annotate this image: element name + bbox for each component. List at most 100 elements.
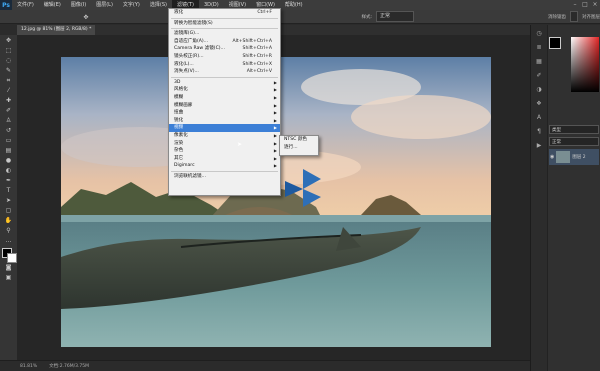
- zoom-level[interactable]: 81.81%: [20, 364, 37, 369]
- menu-item-pixelate[interactable]: 像素化 ▶: [169, 132, 280, 140]
- healing-icon[interactable]: ✚: [4, 96, 14, 105]
- antialias-label: 消除锯齿: [547, 14, 566, 20]
- watermark-logo-icon: [285, 169, 321, 207]
- menu-item-browse-filters[interactable]: 浏览联机滤镜...: [169, 173, 280, 181]
- blur-icon[interactable]: ●: [4, 156, 14, 165]
- submenu-arrow-icon: ▶: [273, 102, 277, 108]
- menu-layer[interactable]: 图层(L): [91, 0, 118, 10]
- screen-mode-icon[interactable]: ▣: [4, 273, 14, 282]
- crop-icon[interactable]: ⌗: [4, 76, 14, 85]
- menu-item-sharpen[interactable]: 锐化 ▶: [169, 117, 280, 125]
- color-swatches[interactable]: [1, 248, 17, 263]
- menu-item-liquify[interactable]: 液化(L)... Shift+Ctrl+X: [169, 61, 280, 69]
- move-icon[interactable]: ✥: [4, 36, 14, 45]
- color-picker-field[interactable]: [571, 37, 599, 92]
- menu-item-other[interactable]: 其它 ▶: [169, 155, 280, 163]
- history-icon[interactable]: ◷: [534, 29, 544, 39]
- menu-item-render[interactable]: 渲染 ▶: [169, 140, 280, 148]
- menu-item-blur[interactable]: 模糊 ▶: [169, 94, 280, 102]
- layer-kind-filter[interactable]: 类型: [549, 125, 599, 134]
- menu-bar: Ps 文件(F) 编辑(E) 图像(I) 图层(L) 文字(Y) 选择(S) 滤…: [0, 0, 600, 10]
- menu-item-filter-gallery[interactable]: 滤镜库(G)...: [169, 30, 280, 38]
- paragraph-icon[interactable]: ¶: [534, 127, 544, 137]
- photoshop-logo: Ps: [0, 0, 12, 10]
- minimize-icon[interactable]: –: [570, 0, 580, 10]
- character-icon[interactable]: A: [534, 113, 544, 123]
- align-layers-checkbox[interactable]: [569, 11, 578, 22]
- dodge-icon[interactable]: ◐: [4, 166, 14, 175]
- menu-type[interactable]: 文字(Y): [118, 0, 145, 10]
- blend-mode-select[interactable]: 正常: [549, 137, 599, 146]
- menu-item-camera-raw[interactable]: Camera Raw 滤镜(C)... Shift+Ctrl+A: [169, 45, 280, 53]
- quick-select-icon[interactable]: ✎: [4, 66, 14, 75]
- layer-row[interactable]: ◉ 图层 2: [549, 149, 599, 165]
- style-select[interactable]: 正常: [375, 11, 414, 22]
- foreground-color-swatch[interactable]: [549, 37, 561, 49]
- submenu-arrow-icon: ▶: [273, 117, 277, 123]
- hand-icon[interactable]: ✋: [4, 216, 14, 225]
- submenu-arrow-icon: ▶: [273, 94, 277, 100]
- menu-item-digimarc[interactable]: Digimarc ▶: [169, 162, 280, 170]
- quick-mask-icon[interactable]: ◙: [4, 263, 14, 272]
- align-layers-label: 对齐图层: [581, 14, 600, 20]
- shape-icon[interactable]: ▢: [4, 206, 14, 215]
- menu-item-distort[interactable]: 扭曲 ▶: [169, 109, 280, 117]
- submenu-item-deinterlace[interactable]: 逐行...: [280, 144, 318, 152]
- brush-preset-icon[interactable]: ✐: [534, 71, 544, 81]
- layer-thumbnail: [556, 151, 571, 163]
- menu-item-convert-smart[interactable]: 转换为智能滤镜(S): [169, 20, 280, 28]
- zoom-icon[interactable]: ⚲: [4, 226, 14, 235]
- move-tool-icon[interactable]: ✥: [81, 13, 91, 22]
- menu-item-last-filter[interactable]: 液化 Ctrl+F: [169, 9, 280, 17]
- stamp-icon[interactable]: ♙: [4, 116, 14, 125]
- close-icon[interactable]: ×: [590, 0, 600, 10]
- filter-menu: 液化 Ctrl+F 转换为智能滤镜(S) 滤镜库(G)... 自适应广角(A)..…: [168, 8, 281, 196]
- gradient-icon[interactable]: ▤: [4, 146, 14, 155]
- menu-item-lens-correction[interactable]: 镜头校正(R)... Shift+Ctrl+R: [169, 53, 280, 61]
- submenu-arrow-icon: ▶: [273, 132, 277, 138]
- menu-file[interactable]: 文件(F): [12, 0, 39, 10]
- marquee-icon[interactable]: ⬚: [4, 46, 14, 55]
- menu-item-stylize[interactable]: 风格化 ▶: [169, 86, 280, 94]
- maximize-icon[interactable]: □: [580, 0, 590, 10]
- lasso-icon[interactable]: ◌: [4, 56, 14, 65]
- submenu-arrow-icon: ▶: [273, 148, 277, 154]
- swatches-icon[interactable]: ▦: [534, 57, 544, 67]
- submenu-arrow-icon: ▶: [273, 125, 277, 131]
- tools-panel: ✥ ⬚ ◌ ✎ ⌗ ⁄ ✚ ✐ ♙ ↺ ▭ ▤ ● ◐ ✒ T ➤ ▢ ✋ ⚲ …: [0, 35, 18, 360]
- pen-icon[interactable]: ✒: [4, 176, 14, 185]
- brush-icon[interactable]: ✐: [4, 106, 14, 115]
- actions-icon[interactable]: ▶: [534, 141, 544, 151]
- document-tab[interactable]: 12.jpg @ 81% (图层 2, RGB/8) *: [17, 25, 96, 35]
- type-icon[interactable]: T: [4, 186, 14, 195]
- submenu-arrow-icon: ▶: [273, 79, 277, 85]
- menu-item-noise[interactable]: 杂色 ▶: [169, 147, 280, 155]
- menu-item-adaptive-wide[interactable]: 自适应广角(A)... Alt+Shift+Ctrl+A: [169, 38, 280, 46]
- eraser-icon[interactable]: ▭: [4, 136, 14, 145]
- properties-icon[interactable]: ≣: [534, 43, 544, 53]
- video-submenu: NTSC 颜色 逐行...: [279, 135, 319, 156]
- more-tools-icon[interactable]: …: [4, 236, 14, 245]
- panel-icon-column: ◷ ≣ ▦ ✐ ◑ ❖ A ¶ ▶: [531, 25, 548, 371]
- document-size: 文档:2.76M/3.75M: [49, 364, 90, 369]
- mouse-cursor-icon: ➤: [237, 141, 243, 148]
- menu-item-3d[interactable]: 3D ▶: [169, 79, 280, 87]
- menu-item-vanishing-point[interactable]: 消失点(V)... Alt+Ctrl+V: [169, 68, 280, 76]
- eyedropper-icon[interactable]: ⁄: [4, 86, 14, 95]
- visibility-eye-icon[interactable]: ◉: [550, 154, 554, 160]
- styles-icon[interactable]: ❖: [534, 99, 544, 109]
- options-bar: ✥ 图层 ■ 样式: 正常 消除锯齿 对齐图层: [0, 10, 600, 24]
- menu-help[interactable]: 帮助(H): [280, 0, 308, 10]
- submenu-arrow-icon: ▶: [273, 155, 277, 161]
- layer-name: 图层 2: [572, 155, 586, 160]
- submenu-item-ntsc-colors[interactable]: NTSC 颜色: [280, 136, 318, 144]
- menu-image[interactable]: 图像(I): [66, 0, 91, 10]
- submenu-arrow-icon: ▶: [273, 87, 277, 93]
- path-select-icon[interactable]: ➤: [4, 196, 14, 205]
- menu-edit[interactable]: 编辑(E): [39, 0, 66, 10]
- menu-item-video[interactable]: 视频 ▶: [169, 124, 280, 132]
- history-brush-icon[interactable]: ↺: [4, 126, 14, 135]
- submenu-arrow-icon: ▶: [273, 163, 277, 169]
- adjustments-icon[interactable]: ◑: [534, 85, 544, 95]
- menu-item-blur-gallery[interactable]: 模糊画廊 ▶: [169, 102, 280, 110]
